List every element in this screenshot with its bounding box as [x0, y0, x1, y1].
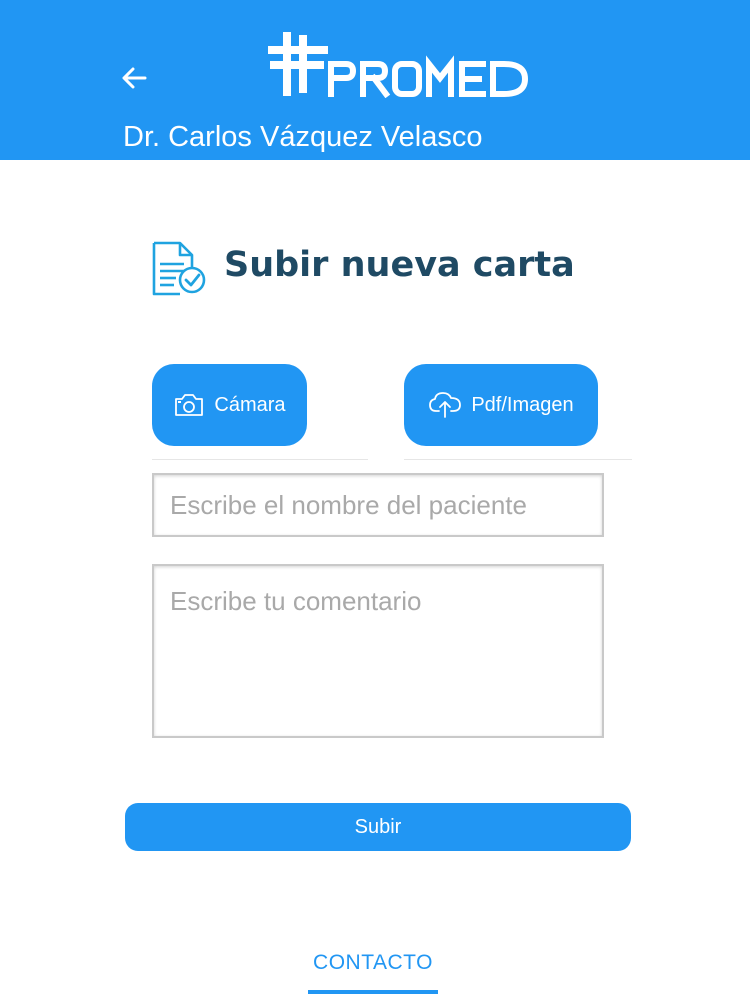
- promed-logo: [268, 32, 532, 99]
- doctor-name: Dr. Carlos Vázquez Velasco: [123, 121, 483, 153]
- camera-divider: [152, 459, 368, 460]
- page-title: Subir nueva carta: [224, 245, 575, 285]
- comment-textarea[interactable]: [152, 564, 604, 738]
- pdf-image-divider: [404, 459, 632, 460]
- submit-button[interactable]: Subir: [125, 803, 631, 851]
- cloud-upload-icon: [428, 391, 462, 419]
- document-check-icon: [150, 240, 210, 298]
- logo-mark: [268, 32, 529, 99]
- pdf-image-button[interactable]: Pdf/Imagen: [404, 364, 598, 446]
- camera-button-label: Cámara: [214, 393, 286, 416]
- app-header: Dr. Carlos Vázquez Velasco: [0, 0, 750, 160]
- camera-icon: [173, 393, 205, 417]
- pdf-image-button-label: Pdf/Imagen: [471, 393, 574, 416]
- camera-button[interactable]: Cámara: [152, 364, 307, 446]
- back-button[interactable]: [114, 58, 154, 98]
- contact-underline: [308, 990, 438, 994]
- contact-link[interactable]: CONTACTO: [308, 948, 438, 978]
- arrow-left-icon: [122, 67, 147, 89]
- patient-name-input[interactable]: [152, 473, 604, 537]
